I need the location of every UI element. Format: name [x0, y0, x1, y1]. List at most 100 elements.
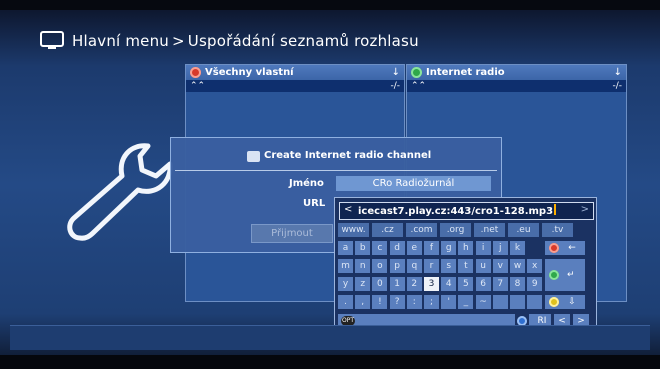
letter-key[interactable] [492, 295, 508, 309]
bottom-bar [10, 325, 650, 350]
letter-key[interactable]: 3 [424, 277, 439, 291]
enter-key[interactable]: ↵ [545, 259, 585, 291]
left-list-sortbar: ⌃⌃ -/- [186, 80, 404, 92]
letter-key[interactable]: y [338, 277, 353, 291]
tv-icon [40, 31, 64, 49]
letter-key[interactable]: n [355, 259, 371, 273]
backspace-key[interactable]: ← [545, 241, 585, 255]
letter-key[interactable]: h [458, 241, 474, 255]
text-caret [554, 204, 557, 215]
name-field[interactable]: CRo Radiožurnál [336, 176, 491, 191]
letter-key[interactable]: 7 [492, 277, 508, 291]
right-list-sortbar: ⌃⌃ -/- [407, 80, 626, 92]
letter-key[interactable]: 8 [510, 277, 525, 291]
letter-key[interactable]: 0 [372, 277, 388, 291]
accept-button[interactable]: Přijmout [251, 224, 333, 243]
preset-key[interactable]: .tv [542, 223, 573, 237]
left-list-title: Všechny vlastní [205, 67, 294, 78]
letter-key[interactable]: 6 [475, 277, 491, 291]
letter-key[interactable]: q [406, 259, 422, 273]
preset-key[interactable]: .org [440, 223, 471, 237]
left-list-sort-state: -/- [390, 81, 400, 91]
url-value: icecast7.play.cz:443/cro1-128.mp3 [358, 204, 557, 217]
right-list-sort-state: -/- [612, 81, 622, 91]
breadcrumb-root[interactable]: Hlavní menu [72, 32, 169, 50]
letter-key[interactable]: v [492, 259, 508, 273]
letter-key[interactable]: d [389, 241, 405, 255]
letter-key[interactable] [510, 295, 525, 309]
preset-key[interactable]: .eu [508, 223, 539, 237]
letter-key[interactable]: _ [458, 295, 474, 309]
letter-key[interactable]: . [338, 295, 353, 309]
letter-key[interactable]: b [355, 241, 371, 255]
letter-key[interactable]: 9 [527, 277, 543, 291]
header: Hlavní menu > Uspořádání seznamů rozhlasu [10, 28, 650, 58]
breadcrumb-separator: > [172, 32, 185, 50]
download-icon: ↓ [391, 67, 400, 78]
onscreen-keyboard: < icecast7.play.cz:443/cro1-128.mp3 > ww… [334, 197, 597, 335]
letter-key[interactable]: ? [389, 295, 405, 309]
url-label: URL [303, 198, 326, 209]
dialog-header: Create Internet radio channel [171, 138, 501, 172]
backspace-color-icon [549, 243, 559, 253]
letter-key[interactable]: 4 [441, 277, 457, 291]
bezel-top [0, 0, 660, 10]
letter-key[interactable]: g [441, 241, 457, 255]
dialog-title: Create Internet radio channel [264, 150, 432, 161]
letter-key[interactable]: a [338, 241, 353, 255]
sort-up-icon: ⌃⌃ [411, 81, 427, 91]
letter-key[interactable]: ; [424, 295, 439, 309]
letter-key[interactable]: 2 [406, 277, 422, 291]
letter-key[interactable] [527, 295, 543, 309]
letter-key[interactable]: r [424, 259, 439, 273]
letter-key[interactable]: f [424, 241, 439, 255]
enter-icon: ↵ [567, 270, 575, 280]
letter-key[interactable]: m [338, 259, 353, 273]
letter-key[interactable]: j [492, 241, 508, 255]
backspace-icon: ← [568, 243, 576, 253]
download-icon: ↓ [613, 67, 622, 78]
right-list-title: Internet radio [426, 67, 505, 78]
shift-key[interactable]: ⇩ [545, 295, 585, 309]
letter-key[interactable]: 1 [389, 277, 405, 291]
letter-key[interactable]: ' [441, 295, 457, 309]
dialog-divider [175, 170, 497, 171]
letter-key[interactable]: , [355, 295, 371, 309]
cursor-left-icon[interactable]: < [344, 204, 352, 215]
letter-key[interactable]: : [406, 295, 422, 309]
green-button-icon [549, 270, 559, 280]
letter-key[interactable]: z [355, 277, 371, 291]
green-button-icon [411, 67, 422, 78]
preset-key[interactable]: www. [338, 223, 369, 237]
shift-color-icon [549, 297, 559, 307]
preset-key[interactable]: .com [406, 223, 437, 237]
letter-key[interactable]: i [475, 241, 491, 255]
letter-key[interactable]: ! [372, 295, 388, 309]
letter-key[interactable]: u [475, 259, 491, 273]
sort-up-icon: ⌃⌃ [190, 81, 206, 91]
name-label: Jméno [289, 178, 324, 189]
letter-key[interactable]: w [510, 259, 525, 273]
letter-key[interactable]: ~ [475, 295, 491, 309]
letter-key[interactable]: e [406, 241, 422, 255]
tv-screen: Hlavní menu > Uspořádání seznamů rozhlasu … [0, 0, 660, 369]
bezel-bottom [0, 355, 660, 369]
left-list-header[interactable]: Všechny vlastní ↓ [186, 65, 404, 80]
letter-key[interactable]: t [458, 259, 474, 273]
breadcrumb-current: Uspořádání seznamů rozhlasu [187, 32, 419, 50]
right-list-header[interactable]: Internet radio ↓ [407, 65, 626, 80]
url-input[interactable]: < icecast7.play.cz:443/cro1-128.mp3 > [339, 202, 594, 220]
letter-key[interactable]: x [527, 259, 543, 273]
letter-key[interactable]: 5 [458, 277, 474, 291]
letter-key[interactable]: o [372, 259, 388, 273]
breadcrumb: Hlavní menu > Uspořádání seznamů rozhlasu [72, 32, 419, 50]
letter-key[interactable]: c [372, 241, 388, 255]
letter-key[interactable]: p [389, 259, 405, 273]
cursor-right-icon[interactable]: > [581, 204, 589, 215]
letter-key[interactable]: s [441, 259, 457, 273]
red-button-icon [190, 67, 201, 78]
shift-icon: ⇩ [568, 297, 576, 307]
letter-key[interactable]: k [510, 241, 525, 255]
preset-key[interactable]: .net [474, 223, 505, 237]
preset-key[interactable]: .cz [372, 223, 403, 237]
